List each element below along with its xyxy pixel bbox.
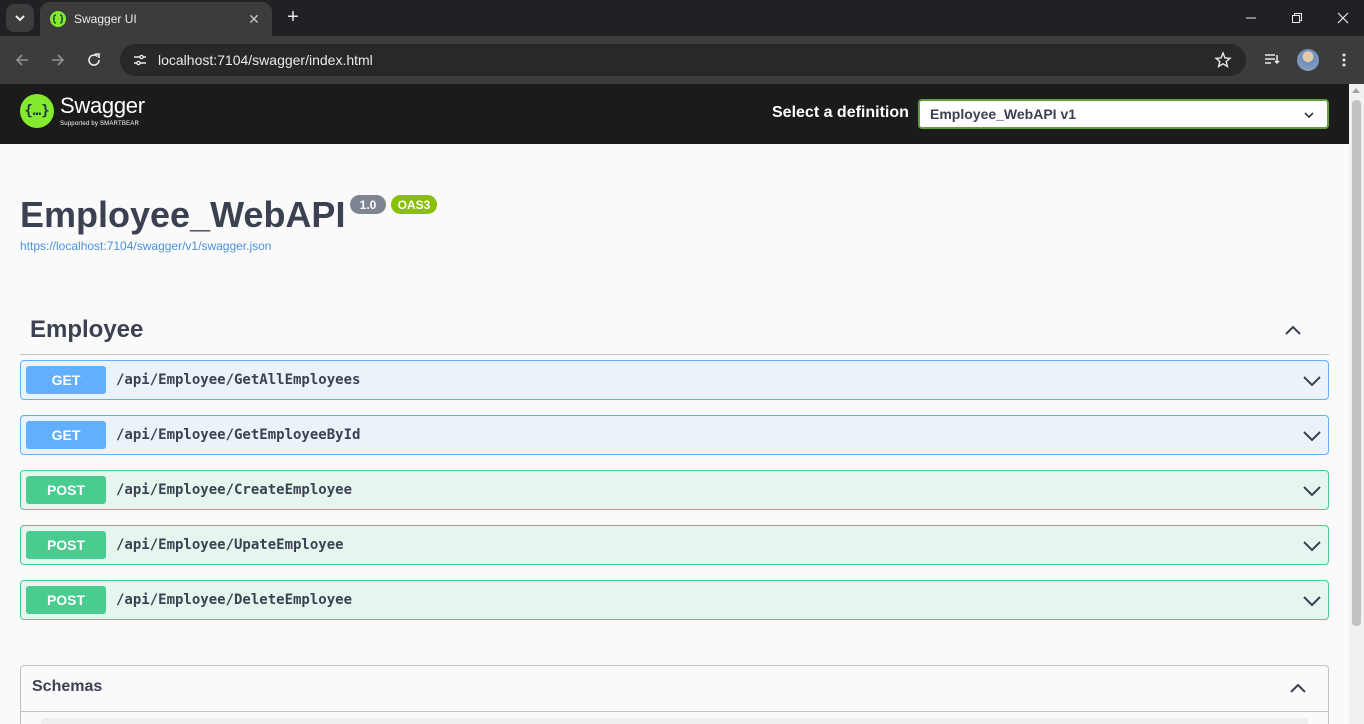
method-badge: POST — [26, 586, 106, 614]
api-title: Employee_WebAPI — [20, 194, 346, 235]
spec-url-link[interactable]: https://localhost:7104/swagger/v1/swagge… — [20, 239, 271, 253]
url-text: localhost:7104/swagger/index.html — [158, 52, 373, 68]
supported-by-text: Supported by SMARTBEAR — [60, 121, 139, 127]
schemas-title: Schemas — [32, 678, 103, 695]
minimize-icon — [1246, 17, 1256, 19]
site-settings-icon[interactable] — [132, 52, 148, 68]
chevron-down-icon — [1304, 112, 1314, 119]
reading-list-icon — [1265, 54, 1280, 65]
avatar — [1297, 49, 1319, 71]
back-button[interactable] — [10, 48, 34, 72]
chevron-down-icon[interactable] — [1302, 481, 1322, 501]
chevron-down-icon[interactable] — [1302, 536, 1322, 556]
chevron-down-icon[interactable] — [1302, 426, 1322, 446]
chevron-down-icon[interactable] — [1302, 371, 1322, 391]
restore-icon — [1292, 13, 1302, 23]
chevron-up-icon[interactable] — [1283, 320, 1303, 340]
operation-get-employee-by-id[interactable]: GET /api/Employee/GetEmployeeById — [20, 415, 1329, 455]
operation-update-employee[interactable]: POST /api/Employee/UpateEmployee — [20, 525, 1329, 565]
swagger-favicon-icon — [50, 11, 66, 27]
method-badge: GET — [26, 366, 106, 394]
operation-create-employee[interactable]: POST /api/Employee/CreateEmployee — [20, 470, 1329, 510]
reload-button[interactable] — [82, 48, 106, 72]
divider — [21, 711, 1328, 712]
chevron-down-icon — [15, 15, 25, 22]
swagger-logo-icon: {…} — [20, 94, 54, 128]
scroll-up-arrow-icon[interactable] — [1352, 88, 1360, 93]
chevron-down-icon[interactable] — [1302, 591, 1322, 611]
schema-model-container — [41, 718, 1308, 724]
reading-list-button[interactable] — [1260, 48, 1284, 72]
swagger-logo[interactable]: {…} Swagger Supported by SMARTBEAR — [20, 94, 145, 128]
page-viewport: {…} Swagger Supported by SMARTBEAR Selec… — [0, 84, 1364, 724]
profile-button[interactable] — [1296, 48, 1320, 72]
operation-delete-employee[interactable]: POST /api/Employee/DeleteEmployee — [20, 580, 1329, 620]
reload-icon — [88, 53, 100, 66]
method-badge: POST — [26, 476, 106, 504]
operation-path: /api/Employee/DeleteEmployee — [116, 592, 353, 608]
definition-label: Select a definition — [772, 104, 909, 121]
browser-menu-button[interactable] — [1332, 48, 1356, 72]
address-bar[interactable]: localhost:7104/swagger/index.html — [120, 44, 1246, 76]
tag-name: Employee — [30, 316, 144, 343]
arrow-right-icon — [52, 54, 65, 66]
definition-selected-value: Employee_WebAPI v1 — [930, 106, 1077, 122]
tab-search-button[interactable] — [6, 4, 34, 32]
page-scrollbar[interactable] — [1349, 84, 1364, 724]
operation-path: /api/Employee/CreateEmployee — [116, 482, 353, 498]
forward-button[interactable] — [46, 48, 70, 72]
tab-title: Swagger UI — [74, 12, 137, 26]
new-tab-button[interactable]: + — [282, 6, 304, 28]
oas-badge: OAS3 — [391, 195, 437, 214]
version-badge: 1.0 — [350, 195, 386, 214]
minimize-button[interactable] — [1228, 0, 1274, 36]
method-badge: GET — [26, 421, 106, 449]
close-window-button[interactable] — [1320, 0, 1364, 36]
operation-get-all-employees[interactable]: GET /api/Employee/GetAllEmployees — [20, 360, 1329, 400]
tag-section-employee[interactable]: Employee — [20, 308, 1329, 355]
operation-path: /api/Employee/GetAllEmployees — [116, 372, 361, 388]
restore-button[interactable] — [1274, 0, 1320, 36]
chevron-up-icon[interactable] — [1288, 678, 1308, 698]
arrow-left-icon — [15, 54, 28, 66]
close-tab-icon[interactable]: ✕ — [246, 11, 262, 28]
swagger-brand: Swagger — [60, 93, 145, 118]
operation-path: /api/Employee/GetEmployeeById — [116, 427, 361, 443]
more-vertical-icon — [1342, 53, 1346, 67]
operation-path: /api/Employee/UpateEmployee — [116, 537, 344, 553]
schemas-section[interactable]: Schemas — [20, 665, 1329, 724]
definition-select[interactable]: Employee_WebAPI v1 — [918, 99, 1329, 129]
browser-toolbar: localhost:7104/swagger/index.html — [0, 36, 1364, 84]
tab-strip: Swagger UI ✕ + — [0, 0, 1364, 36]
scrollbar-thumb[interactable] — [1352, 100, 1361, 626]
browser-tab[interactable]: Swagger UI ✕ — [40, 2, 272, 36]
swagger-topbar: {…} Swagger Supported by SMARTBEAR Selec… — [0, 84, 1349, 144]
close-icon — [1337, 12, 1349, 24]
bookmark-star-icon[interactable] — [1214, 51, 1232, 74]
method-badge: POST — [26, 531, 106, 559]
